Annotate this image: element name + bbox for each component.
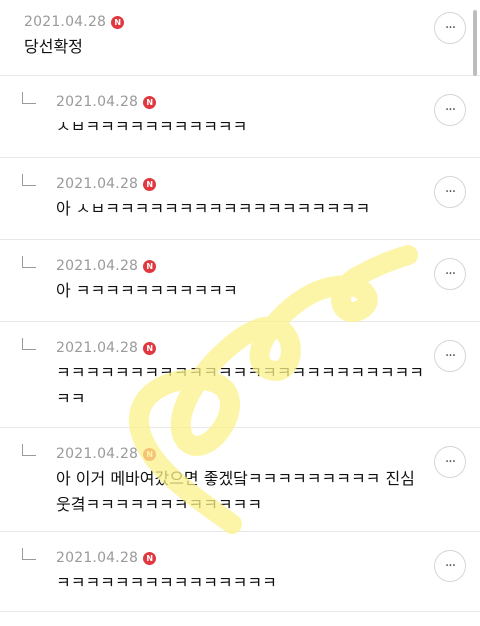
new-badge: N xyxy=(143,447,157,461)
new-badge: N xyxy=(111,15,125,29)
reply-item: 2021.04.28 N 아 ㅅㅂㅋㅋㅋㅋㅋㅋㅋㅋㅋㅋㅋㅋㅋㅋㅋㅋㅋㅋ ··· xyxy=(0,158,480,240)
comment-meta: 2021.04.28 N xyxy=(56,446,157,462)
more-options-button[interactable]: ··· xyxy=(434,176,466,208)
comment-meta: 2021.04.28 N xyxy=(56,94,157,110)
more-options-button[interactable]: ··· xyxy=(434,12,466,44)
reply-item: 2021.04.28 N ㅅㅂㅋㅋㅋㅋㅋㅋㅋㅋㅋㅋㅋ ··· xyxy=(0,76,480,158)
comment-text: 당선확정 xyxy=(24,37,83,56)
comment-text: 아 이거 메바여갔으면 좋겠닼ㅋㅋㅋㅋㅋㅋㅋㅋㅋ 진심 웃곀ㅋㅋㅋㅋㅋㅋㅋㅋㅋㅋ… xyxy=(56,469,415,514)
comment-text: 아 ㅅㅂㅋㅋㅋㅋㅋㅋㅋㅋㅋㅋㅋㅋㅋㅋㅋㅋㅋㅋ xyxy=(56,199,371,218)
reply-arrow-icon xyxy=(22,338,36,350)
new-badge: N xyxy=(143,95,157,109)
reply-arrow-icon xyxy=(22,256,36,268)
comment-date: 2021.04.28 xyxy=(56,446,139,462)
reply-arrow-icon xyxy=(22,444,36,456)
reply-item: 2021.04.28 N ㅋㅋㅋㅋㅋㅋㅋㅋㅋㅋㅋㅋㅋㅋㅋ ··· xyxy=(0,532,480,612)
new-badge: N xyxy=(143,551,157,565)
comment-meta: 2021.04.28 N xyxy=(56,176,157,192)
comment-item: 2021.04.28 N 당선확정 ··· xyxy=(0,0,480,76)
comment-meta: 2021.04.28 N xyxy=(56,340,157,356)
new-badge: N xyxy=(143,177,157,191)
more-options-button[interactable]: ··· xyxy=(434,550,466,582)
reply-item: 2021.04.28 N 아 이거 메바여갔으면 좋겠닼ㅋㅋㅋㅋㅋㅋㅋㅋㅋ 진심… xyxy=(0,428,480,532)
more-options-button[interactable]: ··· xyxy=(434,340,466,372)
more-options-button[interactable]: ··· xyxy=(434,94,466,126)
comment-text: ㅋㅋㅋㅋㅋㅋㅋㅋㅋㅋㅋㅋㅋㅋㅋㅋㅋㅋㅋㅋㅋㅋㅋㅋㅋ ㅋㅋ xyxy=(56,363,425,408)
comment-meta: 2021.04.28 N xyxy=(56,550,157,566)
scrollbar[interactable] xyxy=(473,10,477,76)
comment-text: ㅋㅋㅋㅋㅋㅋㅋㅋㅋㅋㅋㅋㅋㅋㅋ xyxy=(56,573,277,592)
comment-date: 2021.04.28 xyxy=(56,176,139,192)
reply-arrow-icon xyxy=(22,92,36,104)
comment-meta: 2021.04.28 N xyxy=(56,258,157,274)
more-options-button[interactable]: ··· xyxy=(434,258,466,290)
comment-date: 2021.04.28 xyxy=(56,94,139,110)
new-badge: N xyxy=(143,341,157,355)
reply-arrow-icon xyxy=(22,548,36,560)
comment-meta: 2021.04.28 N xyxy=(24,14,125,30)
comment-date: 2021.04.28 xyxy=(56,258,139,274)
comment-text: 아 ㅋㅋㅋㅋㅋㅋㅋㅋㅋㅋㅋ xyxy=(56,281,238,300)
new-badge: N xyxy=(143,259,157,273)
comment-date: 2021.04.28 xyxy=(24,14,107,30)
more-options-button[interactable]: ··· xyxy=(434,446,466,478)
reply-item: 2021.04.28 N 아 ㅋㅋㅋㅋㅋㅋㅋㅋㅋㅋㅋ ··· xyxy=(0,240,480,322)
comment-date: 2021.04.28 xyxy=(56,340,139,356)
reply-arrow-icon xyxy=(22,174,36,186)
reply-item: 2021.04.28 N ㅋㅋㅋㅋㅋㅋㅋㅋㅋㅋㅋㅋㅋㅋㅋㅋㅋㅋㅋㅋㅋㅋㅋㅋㅋ ㅋ… xyxy=(0,322,480,428)
comment-text: ㅅㅂㅋㅋㅋㅋㅋㅋㅋㅋㅋㅋㅋ xyxy=(56,117,248,136)
comment-date: 2021.04.28 xyxy=(56,550,139,566)
